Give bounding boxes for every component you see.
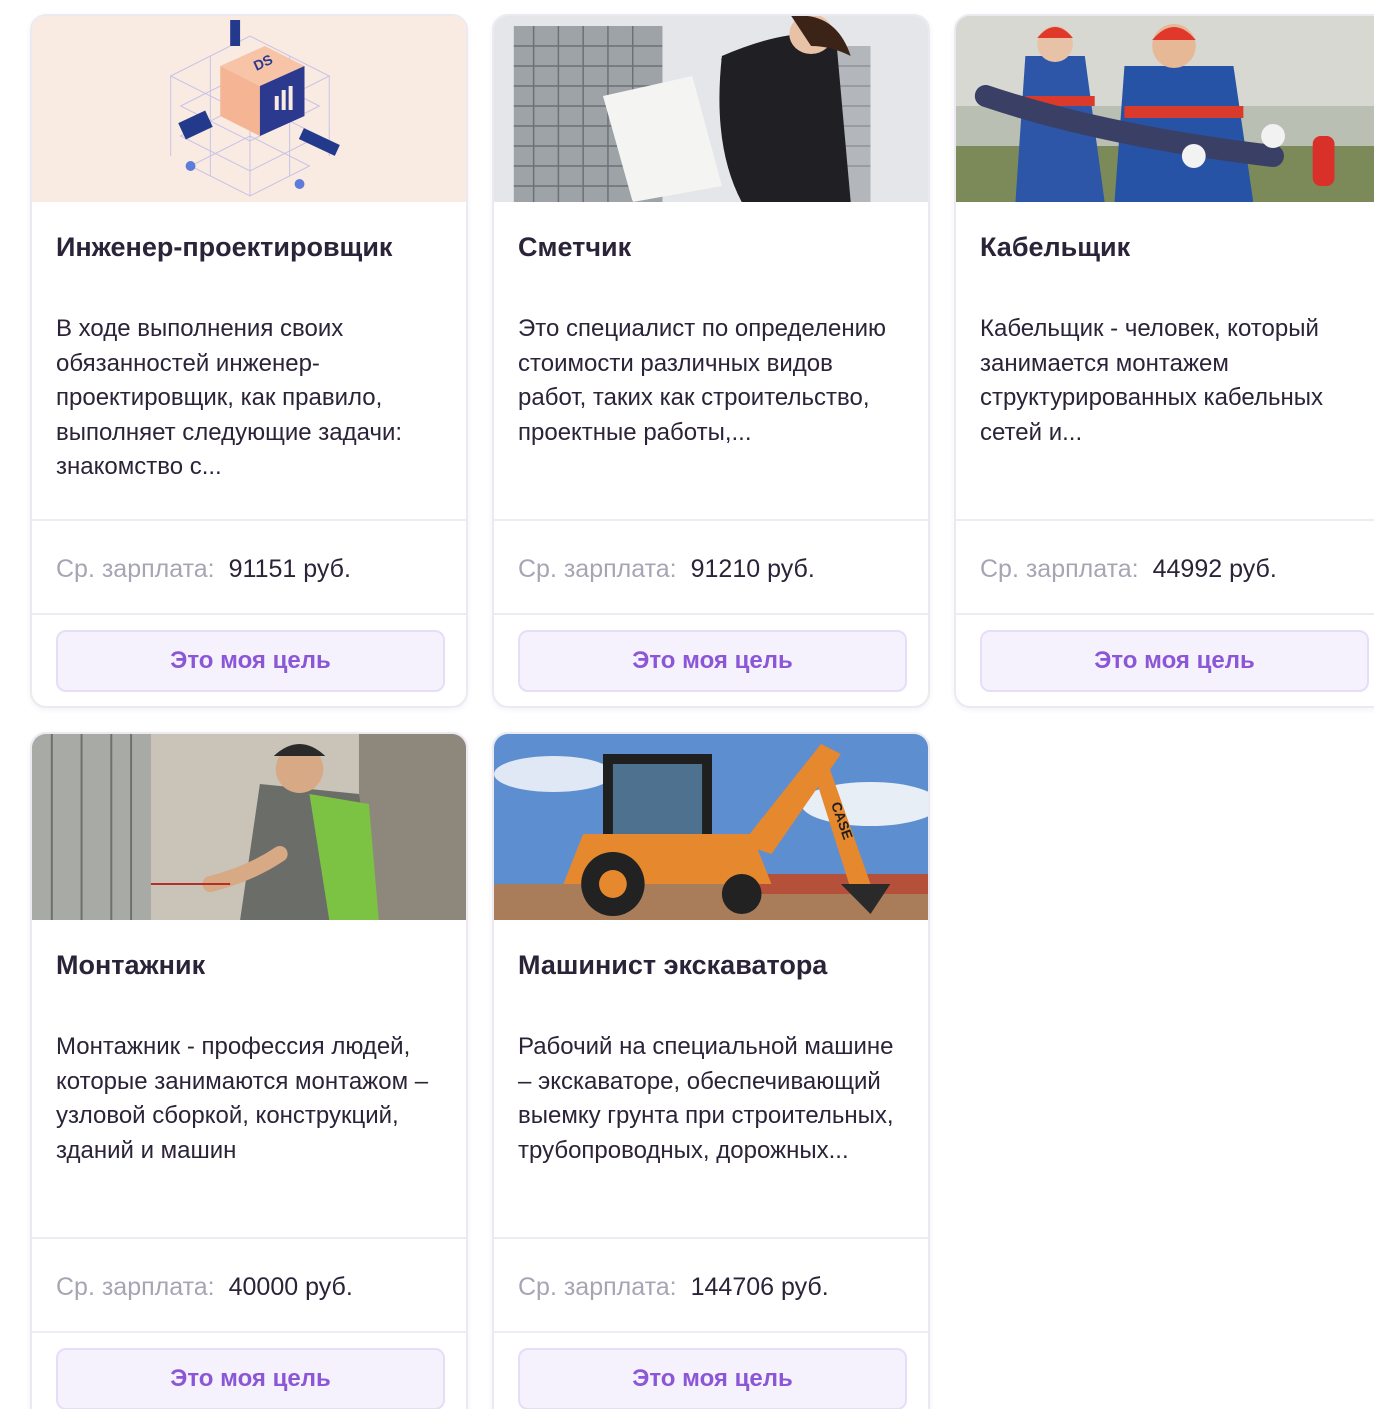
card-title: Кабельщик [980,232,1131,262]
divider [956,613,1374,615]
divider [32,1331,466,1333]
divider [956,519,1374,521]
my-goal-button[interactable]: Это моя цель [518,1348,907,1409]
profession-card-estimator[interactable]: Сметчик Это специалист по определению ст… [492,14,930,708]
card-image-estimator [494,16,928,202]
card-image-cable-worker [956,16,1374,202]
salary-label: Ср. зарплата: [56,1273,215,1301]
salary-row: Ср. зарплата: 91151 руб. [56,553,351,585]
profession-card-excavator-operator[interactable]: CASE Машинист экскаватора Рабочий на спе… [492,732,930,1409]
salary-value: 44992 руб. [1152,555,1277,583]
divider [32,1237,466,1239]
card-description: Это специалист по определению стоимости … [518,315,886,446]
divider [32,613,466,615]
profession-card-engineer[interactable]: DS Инженер-проектировщик В ходе выполнен… [30,14,468,708]
salary-value: 91151 руб. [228,555,351,583]
salary-value: 144706 руб. [690,1273,829,1301]
my-goal-button[interactable]: Это моя цель [518,630,907,692]
salary-row: Ср. зарплата: 40000 руб. [56,1271,353,1303]
my-goal-button[interactable]: Это моя цель [980,630,1369,692]
divider [494,519,928,521]
salary-label: Ср. зарплата: [56,555,215,583]
card-title: Монтажник [56,950,206,980]
divider [494,1237,928,1239]
salary-label: Ср. зарплата: [518,1273,677,1301]
card-image-excavator: CASE [494,734,928,920]
profession-card-cable-worker[interactable]: Кабельщик Кабельщик - человек, который з… [954,14,1374,708]
card-title: Машинист экскаватора [518,950,828,980]
card-title: Сметчик [518,232,632,262]
salary-row: Ср. зарплата: 91210 руб. [518,553,815,585]
card-description: Монтажник - профессия людей, которые зан… [56,1033,429,1164]
my-goal-button[interactable]: Это моя цель [56,630,445,692]
my-goal-button[interactable]: Это моя цель [56,1348,445,1409]
salary-value: 91210 руб. [690,555,815,583]
profession-card-installer[interactable]: Монтажник Монтажник - профессия людей, к… [30,732,468,1409]
salary-value: 40000 руб. [228,1273,353,1301]
divider [32,519,466,521]
card-image-engineer: DS [32,16,466,202]
card-title: Инженер-проектировщик [56,232,393,262]
salary-row: Ср. зарплата: 44992 руб. [980,553,1277,585]
divider [494,1331,928,1333]
salary-label: Ср. зарплата: [980,555,1139,583]
card-description: Рабочий на специальной машине – экскават… [518,1033,894,1164]
card-description: В ходе выполнения своих обязанностей инж… [56,315,403,480]
card-image-installer [32,734,466,920]
salary-row: Ср. зарплата: 144706 руб. [518,1271,829,1303]
card-description: Кабельщик - человек, который занимается … [980,315,1323,446]
divider [494,613,928,615]
salary-label: Ср. зарплата: [518,555,677,583]
